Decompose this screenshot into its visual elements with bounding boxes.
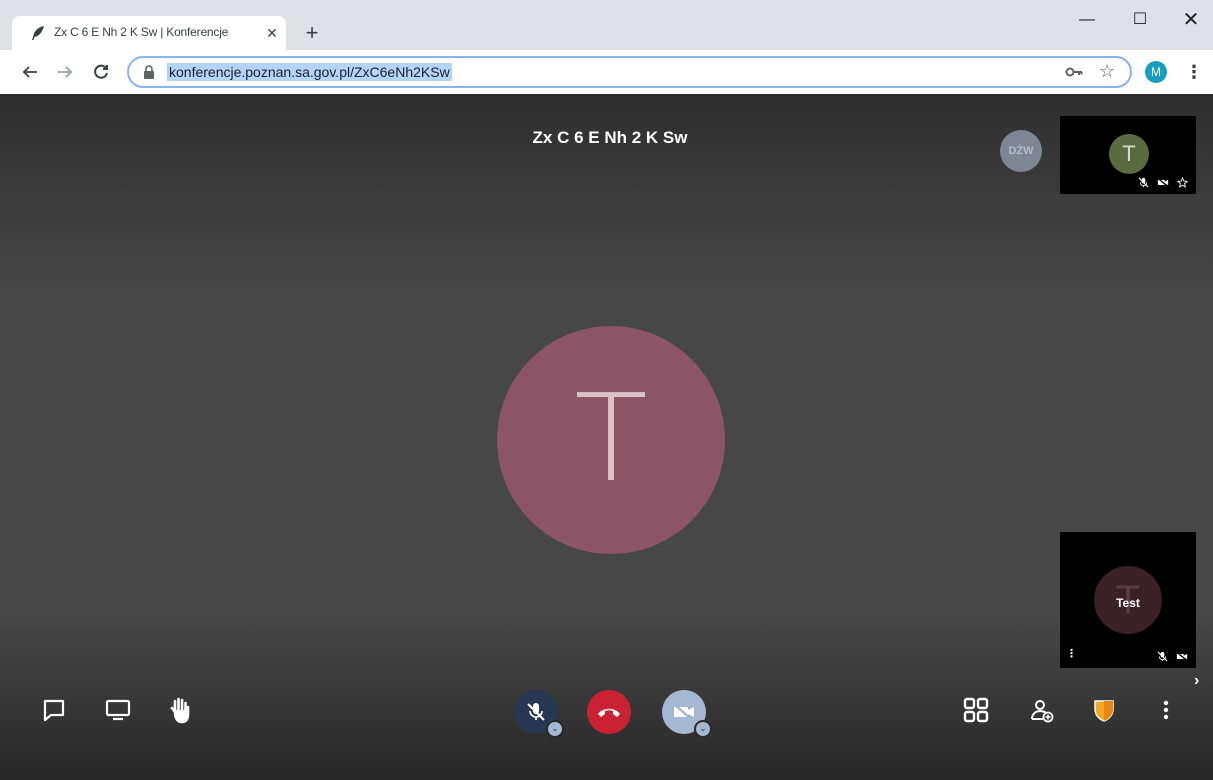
security-button[interactable] <box>1088 694 1120 726</box>
arrow-left-icon <box>22 66 37 78</box>
forward-button[interactable] <box>53 60 77 84</box>
profile-avatar[interactable]: M <box>1145 61 1167 83</box>
tab-title: Zx C 6 E Nh 2 K Sw | Konferencje <box>54 25 229 39</box>
star-icon <box>1177 177 1188 188</box>
tile-view-button[interactable] <box>960 694 992 726</box>
mic-muted-icon <box>1138 177 1149 188</box>
chat-icon <box>43 699 65 722</box>
bookmark-star-icon[interactable]: ☆ <box>1099 61 1119 81</box>
thumbnail-status <box>1138 177 1188 188</box>
arrow-right-icon <box>58 66 73 78</box>
camera-off-icon <box>1157 177 1169 188</box>
more-icon <box>1163 700 1169 720</box>
key-icon[interactable] <box>1064 64 1084 80</box>
meeting-title: Zx C 6 E Nh 2 K Sw <box>532 128 688 147</box>
reload-icon <box>94 64 108 79</box>
browser-tab[interactable]: Zx C 6 E Nh 2 K Sw | Konferencje ✕ <box>12 16 286 50</box>
conference-stage: Zx C 6 E Nh 2 K Sw T DŻW T T Test ⋮ › ⌄ <box>0 94 1213 780</box>
chat-button[interactable] <box>38 694 70 726</box>
camera-off-icon <box>1176 651 1188 662</box>
reload-button[interactable] <box>89 60 113 84</box>
minimize-button[interactable]: — <box>1072 8 1102 32</box>
mic-muted-icon <box>527 703 545 721</box>
url-text[interactable]: konferencje.poznan.sa.gov.pl/ZxC6eNh2KSw <box>167 63 452 81</box>
back-button[interactable] <box>18 60 42 84</box>
screen-share-button[interactable] <box>102 694 134 726</box>
browser-tabstrip: Zx C 6 E Nh 2 K Sw | Konferencje ✕ + — ☐… <box>0 0 1213 50</box>
browser-menu-icon[interactable]: ⋮ <box>1185 60 1203 84</box>
thumbnail-menu-icon[interactable]: ⋮ <box>1066 647 1077 660</box>
tab-close-icon[interactable]: ✕ <box>264 25 280 41</box>
lock-icon <box>144 65 154 79</box>
dominant-speaker-badge: DŻW <box>1000 130 1042 172</box>
more-options-button[interactable] <box>1150 694 1182 726</box>
thumbnail-status <box>1157 651 1188 662</box>
mic-toggle-button[interactable]: ⌄ <box>514 690 564 738</box>
chevron-down-icon[interactable]: ⌄ <box>546 720 564 738</box>
raise-hand-button[interactable] <box>164 694 196 726</box>
invite-icon <box>1031 700 1054 723</box>
camera-toggle-button[interactable]: ⌄ <box>662 690 712 738</box>
security-shield-icon <box>1094 700 1114 722</box>
screen-share-icon <box>105 699 131 721</box>
camera-off-icon <box>673 703 694 721</box>
address-bar[interactable]: konferencje.poznan.sa.gov.pl/ZxC6eNh2KSw… <box>127 56 1132 88</box>
chevron-down-icon[interactable]: ⌄ <box>694 720 712 738</box>
hangup-button[interactable] <box>587 690 631 734</box>
local-video-thumbnail[interactable]: T <box>1060 116 1196 194</box>
thumbnail-avatar: T <box>1109 134 1149 174</box>
main-participant-avatar: T <box>497 326 725 554</box>
browser-toolbar: konferencje.poznan.sa.gov.pl/ZxC6eNh2KSw… <box>0 50 1213 94</box>
participant-name: Test <box>1116 596 1140 610</box>
invite-button[interactable] <box>1026 694 1058 726</box>
window-close-button[interactable]: ✕ <box>1176 8 1206 32</box>
tile-view-icon <box>963 697 989 723</box>
maximize-button[interactable]: ☐ <box>1125 8 1155 32</box>
mic-muted-icon <box>1157 651 1168 662</box>
new-tab-button[interactable]: + <box>300 22 324 46</box>
remote-video-thumbnail[interactable]: T Test ⋮ <box>1060 532 1196 668</box>
feather-icon <box>32 26 44 40</box>
raise-hand-icon <box>170 697 190 724</box>
chevron-right-icon[interactable]: › <box>1194 672 1199 690</box>
hangup-icon <box>598 708 620 717</box>
